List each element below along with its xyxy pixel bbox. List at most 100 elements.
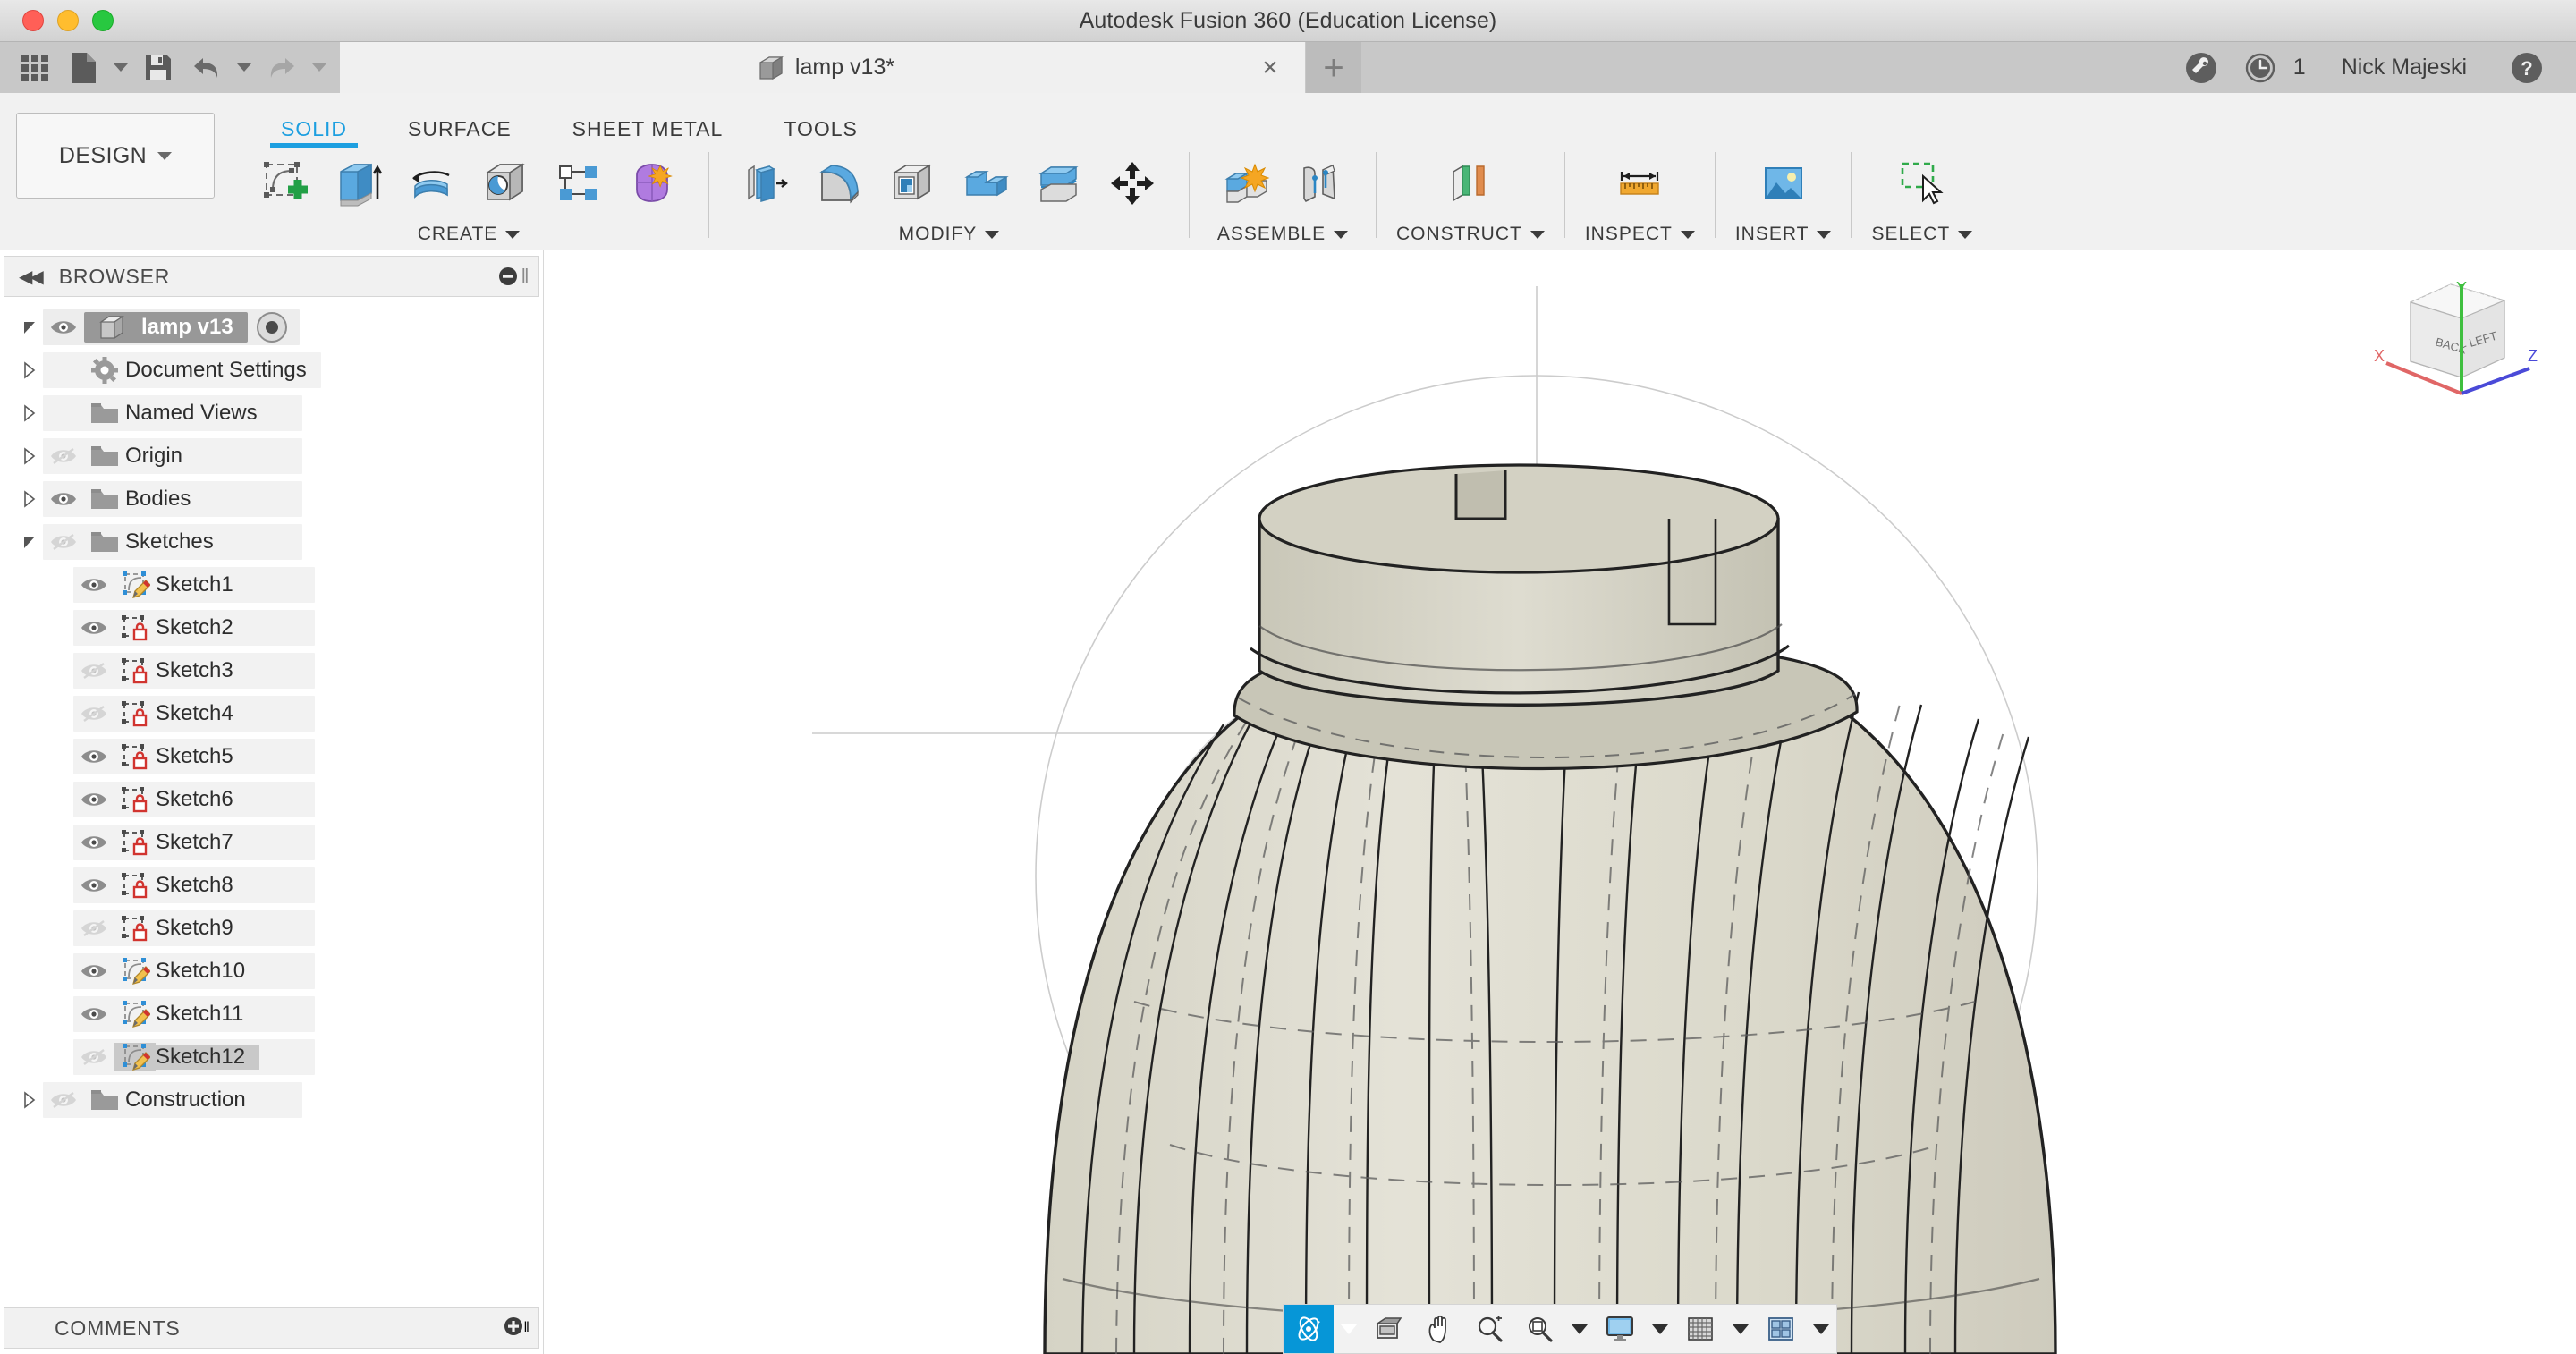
undo-caret-icon[interactable]	[233, 47, 256, 89]
select-group-caret-icon[interactable]	[1958, 230, 1973, 239]
browser-node-sketch4[interactable]: Sketch4	[0, 692, 543, 735]
browser-node-origin[interactable]: Origin	[0, 435, 543, 478]
create-form-icon[interactable]	[615, 148, 689, 218]
visibility-toggle-icon[interactable]	[43, 487, 84, 511]
fillet-icon[interactable]	[802, 148, 876, 218]
ribbon-tab-sheet-metal[interactable]: SHEET METAL	[542, 93, 754, 148]
browser-node-sketch2[interactable]: Sketch2	[0, 606, 543, 649]
visibility-toggle-icon[interactable]	[73, 1003, 114, 1026]
split-face-icon[interactable]	[1022, 148, 1096, 218]
browser-node-sketch9[interactable]: Sketch9	[0, 907, 543, 950]
measure-icon[interactable]	[1603, 148, 1676, 218]
workspace-switcher-button[interactable]: DESIGN	[16, 113, 215, 199]
zoom-icon[interactable]	[1464, 1305, 1514, 1353]
grid-snaps-icon[interactable]	[1675, 1305, 1725, 1353]
view-cube[interactable]: BACK LEFT X Y Z	[2361, 275, 2540, 401]
new-document-icon[interactable]	[61, 47, 106, 89]
visibility-toggle-icon[interactable]	[73, 573, 114, 597]
visibility-toggle-icon[interactable]	[43, 530, 84, 554]
document-tab-lamp[interactable]: lamp v13* ×	[340, 42, 1306, 93]
browser-node-sketch11[interactable]: Sketch11	[0, 993, 543, 1036]
lamp-shade-3d-model[interactable]	[544, 250, 2576, 1354]
browser-panel-grip[interactable]: ‖	[521, 265, 530, 288]
revolve-icon[interactable]	[395, 148, 469, 218]
visibility-toggle-icon[interactable]	[43, 1088, 84, 1112]
browser-node-sketch10[interactable]: Sketch10	[0, 950, 543, 993]
add-comment-icon[interactable]	[504, 1316, 523, 1341]
press-pull-icon[interactable]	[729, 148, 802, 218]
visibility-toggle-icon[interactable]	[73, 659, 114, 682]
save-icon[interactable]	[136, 47, 181, 89]
expand-toggle-icon[interactable]	[16, 361, 43, 379]
look-at-icon[interactable]	[1364, 1305, 1414, 1353]
combine-icon[interactable]	[949, 148, 1022, 218]
browser-node-sketch8[interactable]: Sketch8	[0, 864, 543, 907]
hole-icon[interactable]	[469, 148, 542, 218]
display-settings-caret-icon[interactable]	[1645, 1305, 1675, 1353]
comments-panel-grip[interactable]: ‖	[523, 1320, 530, 1336]
expand-toggle-icon[interactable]	[16, 447, 43, 465]
browser-node-sketch3[interactable]: Sketch3	[0, 649, 543, 692]
add-tab-button[interactable]: +	[1306, 42, 1361, 93]
grid-snaps-caret-icon[interactable]	[1725, 1305, 1756, 1353]
extrude-icon[interactable]	[322, 148, 395, 218]
browser-node-document-settings[interactable]: Document Settings	[0, 349, 543, 392]
expand-toggle-icon[interactable]	[16, 1091, 43, 1109]
browser-node-construction[interactable]: Construction	[0, 1079, 543, 1121]
visibility-toggle-icon[interactable]	[73, 831, 114, 854]
app-grid-icon[interactable]	[13, 47, 57, 89]
visibility-toggle-icon[interactable]	[73, 745, 114, 768]
root-component-chip[interactable]: lamp v13	[84, 312, 248, 343]
construct-group-caret-icon[interactable]	[1530, 230, 1545, 239]
viewports-caret-icon[interactable]	[1806, 1305, 1836, 1353]
inspect-group-caret-icon[interactable]	[1680, 230, 1695, 239]
modify-group-caret-icon[interactable]	[985, 230, 1000, 239]
joint-icon[interactable]	[1283, 148, 1356, 218]
collapse-toggle-icon[interactable]	[16, 318, 43, 336]
redo-icon[interactable]	[259, 47, 304, 89]
create-sketch-icon[interactable]	[249, 148, 322, 218]
undo-icon[interactable]	[184, 47, 229, 89]
offset-plane-icon[interactable]	[1434, 148, 1507, 218]
visibility-toggle-icon[interactable]	[73, 874, 114, 897]
insert-group-caret-icon[interactable]	[1817, 230, 1832, 239]
ribbon-tab-solid[interactable]: SOLID	[250, 93, 377, 148]
display-settings-icon[interactable]	[1595, 1305, 1645, 1353]
expand-toggle-icon[interactable]	[16, 404, 43, 422]
browser-node-sketches[interactable]: Sketches	[0, 520, 543, 563]
collapse-toggle-icon[interactable]	[16, 533, 43, 551]
help-icon[interactable]: ?	[2497, 42, 2556, 93]
viewports-icon[interactable]	[1756, 1305, 1806, 1353]
browser-node-bodies[interactable]: Bodies	[0, 478, 543, 520]
browser-root-node[interactable]: lamp v13	[0, 306, 543, 349]
visibility-toggle-icon[interactable]	[73, 960, 114, 983]
shell-icon[interactable]	[876, 148, 949, 218]
redo-caret-icon[interactable]	[308, 47, 331, 89]
user-name-label[interactable]: Nick Majeski	[2342, 55, 2467, 80]
job-status-icon[interactable]	[2172, 42, 2231, 93]
orbit-caret-icon[interactable]	[1334, 1305, 1364, 1353]
expand-toggle-icon[interactable]	[16, 490, 43, 508]
move-copy-icon[interactable]	[1096, 148, 1169, 218]
browser-node-named-views[interactable]: Named Views	[0, 392, 543, 435]
ribbon-tab-tools[interactable]: TOOLS	[753, 93, 888, 148]
insert-image-icon[interactable]	[1747, 148, 1820, 218]
create-group-caret-icon[interactable]	[505, 230, 521, 239]
assemble-group-caret-icon[interactable]	[1334, 230, 1349, 239]
visibility-toggle-icon[interactable]	[73, 788, 114, 811]
new-document-caret-icon[interactable]	[109, 47, 132, 89]
minimize-dot-icon[interactable]	[496, 264, 521, 289]
rectangular-pattern-icon[interactable]	[542, 148, 615, 218]
fit-icon[interactable]	[1514, 1305, 1564, 1353]
browser-node-sketch7[interactable]: Sketch7	[0, 821, 543, 864]
visibility-toggle-icon[interactable]	[73, 702, 114, 725]
visibility-toggle-icon[interactable]	[73, 917, 114, 940]
orbit-icon[interactable]	[1284, 1305, 1334, 1353]
clock-icon[interactable]	[2231, 42, 2290, 93]
3d-canvas[interactable]: BACK LEFT X Y Z	[544, 250, 2576, 1354]
new-component-icon[interactable]	[1209, 148, 1283, 218]
browser-node-sketch6[interactable]: Sketch6	[0, 778, 543, 821]
browser-node-sketch1[interactable]: Sketch1	[0, 563, 543, 606]
pan-icon[interactable]	[1414, 1305, 1464, 1353]
visibility-toggle-icon[interactable]	[43, 444, 84, 468]
